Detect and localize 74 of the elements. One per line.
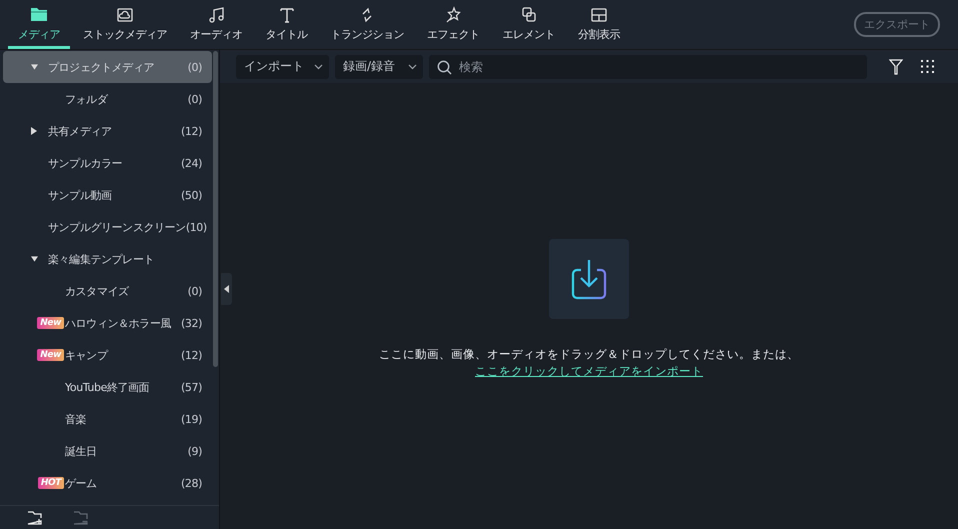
sidebar-item[interactable]: カスタマイズ (0)	[3, 275, 212, 307]
toolbar-tab[interactable]: タイトル	[256, 0, 318, 49]
sidebar-item[interactable]: HOT ゲーム (28)	[3, 467, 212, 499]
item-count: (9)	[188, 444, 202, 458]
sidebar-item[interactable]: プロジェクトメディア (0)	[3, 51, 212, 83]
sparkle-icon	[444, 6, 462, 24]
sidebar-item[interactable]: 音楽 (19)	[3, 403, 212, 435]
item-label: カスタマイズ	[65, 284, 130, 298]
item-count: (28)	[181, 476, 202, 490]
grid-icon[interactable]	[921, 60, 934, 73]
item-label: プロジェクトメディア	[48, 60, 156, 74]
layers-icon	[520, 6, 538, 24]
item-label: サンプルグリーンスクリーン	[48, 220, 186, 234]
sidebar-item[interactable]: サンプルグリーンスクリーン(10)	[3, 211, 212, 243]
tag-badge: HOT	[38, 477, 64, 489]
item-count: (57)	[181, 380, 202, 394]
tag-badge: New	[37, 317, 64, 329]
split-screen-icon	[590, 6, 608, 24]
scrollbar[interactable]	[213, 51, 218, 367]
item-label: YouTube終了画面	[65, 380, 150, 394]
item-label: 共有メディア	[48, 124, 113, 138]
item-count: (19)	[181, 412, 202, 426]
chevron-down-icon	[314, 64, 323, 70]
import-link[interactable]: ここをクリックしてメディアをインポート	[475, 364, 703, 379]
item-label: サンプルカラー	[48, 156, 124, 170]
search-field[interactable]: 検索	[429, 54, 867, 78]
toolbar-tab[interactable]: オーディオ	[180, 0, 252, 49]
sidebar-item[interactable]: New ハロウィン＆ホラー風 (32)	[3, 307, 212, 339]
record-dropdown[interactable]: 録画/録音	[335, 54, 423, 78]
image-icon	[116, 6, 134, 24]
chevron-down-icon	[408, 64, 417, 70]
item-count: (0)	[188, 284, 202, 298]
item-count: (50)	[181, 188, 202, 202]
toolbar-tab[interactable]: 分割表示	[568, 0, 630, 49]
sidebar-item[interactable]: サンプル動画 (50)	[3, 179, 212, 211]
collapse-handle[interactable]	[221, 273, 232, 305]
item-count: (12)	[181, 348, 202, 362]
filter-icon[interactable]	[889, 58, 903, 74]
item-label: 誕生日	[65, 444, 98, 458]
import-dropdown[interactable]: インポート	[236, 54, 329, 78]
sidebar-item[interactable]: フォルダ (0)	[3, 83, 212, 115]
sidebar-item[interactable]: サンプルカラー (24)	[3, 147, 212, 179]
sidebar-item[interactable]: YouTube終了画面 (57)	[3, 371, 212, 403]
item-count: (24)	[181, 156, 202, 170]
item-label: フォルダ	[65, 92, 109, 106]
sidebar-item[interactable]: 共有メディア (12)	[3, 115, 212, 147]
item-label: 音楽	[65, 412, 88, 426]
sidebar-item[interactable]: 誕生日 (9)	[3, 435, 212, 467]
title-icon	[278, 6, 296, 24]
expanded-arrow-icon	[31, 64, 38, 70]
sidebar-item[interactable]: 楽々編集テンプレート	[3, 243, 212, 275]
item-label: キャンプ	[65, 348, 110, 362]
toolbar-tab[interactable]: エフェクト	[417, 0, 490, 49]
item-label: ハロウィン＆ホラー風	[65, 316, 172, 330]
tag-badge: New	[37, 349, 64, 361]
toolbar-tab[interactable]: エレメント	[492, 0, 565, 49]
item-label: サンプル動画	[48, 188, 113, 202]
music-note-icon	[207, 6, 226, 24]
drop-instruction: ここに動画、画像、オーディオをドラッグ＆ドロップしてください。または、	[379, 347, 799, 362]
import-icon	[571, 258, 607, 300]
import-tile[interactable]	[549, 239, 629, 319]
item-count: (0)	[188, 60, 202, 74]
expanded-arrow-icon	[31, 256, 38, 262]
toolbar-tab[interactable]: ストックメディア	[73, 0, 177, 49]
item-count: (32)	[181, 316, 202, 330]
toolbar-tab[interactable]: トランジション	[320, 0, 414, 49]
sidebar-item[interactable]: New キャンプ (12)	[3, 339, 212, 371]
item-label: 楽々編集テンプレート	[48, 252, 156, 266]
item-label: ゲーム	[65, 476, 98, 490]
collapsed-arrow-icon	[31, 127, 37, 135]
item-count: (0)	[188, 92, 202, 106]
item-count: (10)	[186, 220, 207, 234]
item-count: (12)	[181, 124, 202, 138]
folder-icon	[30, 6, 48, 24]
